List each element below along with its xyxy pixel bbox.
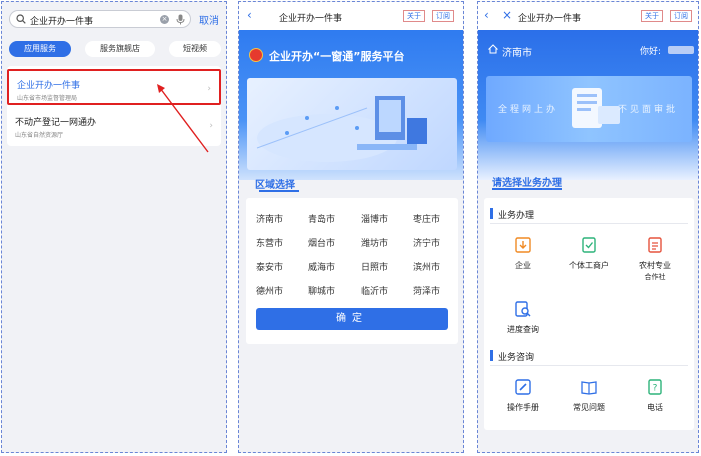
service-individual-business[interactable]: 个体工商户 (559, 236, 619, 271)
city-dongying[interactable]: 东营市 (256, 236, 283, 249)
section-title-business: 业务办理 (498, 211, 535, 221)
service-enterprise[interactable]: 企业 (493, 236, 553, 271)
nav-bar: ‹ × 企业开办一件事 关于 订阅 (478, 2, 698, 30)
service-label-line2: 合作社 (644, 273, 666, 281)
result-title: 企业开办一件事 (17, 81, 81, 91)
cooperative-icon (648, 237, 662, 253)
select-business-label: 请选择业务办理 (492, 178, 562, 189)
select-underline (492, 188, 562, 190)
back-icon[interactable]: ‹ (247, 8, 252, 22)
nav-title: 企业开办一件事 (518, 14, 582, 24)
search-value: 企业开办一件事 (30, 17, 94, 27)
search-screen: 企业开办一件事 × 取消 应用服务 服务旗舰店 短视频 企业开办一件事 山东省市… (1, 1, 227, 453)
search-header: 企业开办一件事 × 取消 应用服务 服务旗舰店 短视频 (2, 2, 226, 72)
nav-title: 企业开办一件事 (279, 14, 343, 24)
consult-manual[interactable]: 操作手册 (493, 378, 553, 413)
subscribe-button[interactable]: 订阅 (432, 10, 454, 22)
subscribe-button[interactable]: 订阅 (670, 10, 692, 22)
service-label: 进度查询 (507, 325, 539, 334)
about-button[interactable]: 关于 (641, 10, 663, 22)
city-jining[interactable]: 济宁市 (413, 236, 440, 249)
city-zibo[interactable]: 淄博市 (361, 212, 388, 225)
city-dezhou[interactable]: 德州市 (256, 284, 283, 297)
faq-icon (581, 381, 597, 395)
banner-illustration (247, 78, 457, 170)
city-zaozhuang[interactable]: 枣庄市 (413, 212, 440, 225)
manual-icon (515, 379, 531, 395)
user-name-redacted (668, 46, 694, 54)
banner-title: 企业开办“一窗通”服务平台 (269, 50, 405, 63)
services-card: 业务办理 企业 个体工商户 农村专业 合作社 进度查询 业务咨询 操作手册 常见… (484, 198, 694, 430)
about-button[interactable]: 关于 (403, 10, 425, 22)
city-liaocheng[interactable]: 聊城市 (308, 284, 335, 297)
mic-icon[interactable] (176, 14, 185, 25)
consult-label: 操作手册 (507, 403, 539, 412)
home-icon (488, 44, 498, 54)
phone-icon: ? (648, 379, 662, 395)
region-label: 区域选择 (255, 180, 295, 191)
city-rizhao[interactable]: 日照市 (361, 260, 388, 273)
section-divider (490, 223, 688, 224)
tab-short-videos[interactable]: 短视频 (169, 41, 221, 57)
service-progress-query[interactable]: 进度查询 (493, 300, 553, 335)
city-binzhou[interactable]: 滨州市 (413, 260, 440, 273)
city-grid: 济南市 青岛市 淄博市 枣庄市 东营市 烟台市 潍坊市 济宁市 泰安市 威海市 … (246, 198, 458, 344)
result-subtitle: 山东省市场监督管理局 (17, 95, 78, 102)
annotation-arrow (157, 84, 209, 153)
business-select-screen: ‹ × 企业开办一件事 关于 订阅 济南市 你好: 全程网上办 不见面审批 请选… (477, 1, 699, 453)
current-city[interactable]: 济南市 (502, 44, 532, 59)
city-linyi[interactable]: 临沂市 (361, 284, 388, 297)
progress-query-icon (515, 301, 531, 317)
result-title: 不动产登记一网通办 (15, 118, 97, 128)
clear-icon[interactable]: × (160, 15, 169, 24)
individual-business-icon (582, 237, 596, 253)
svg-text:?: ? (653, 384, 658, 394)
consult-label: 常见问题 (573, 403, 605, 412)
tab-flagship-stores[interactable]: 服务旗舰店 (85, 41, 155, 57)
region-underline (259, 190, 299, 192)
section-title-consult: 业务咨询 (498, 353, 535, 363)
tab-app-services[interactable]: 应用服务 (9, 41, 71, 57)
region-select-screen: ‹ 企业开办一件事 关于 订阅 企业开办“一窗通”服务平台 区域选择 济南市 青… (238, 1, 464, 453)
enterprise-icon (515, 237, 531, 253)
result-subtitle: 山东省自然资源厅 (15, 132, 64, 139)
slogan-left: 全程网上办 (498, 105, 559, 115)
platform-banner: 企业开办“一窗通”服务平台 (239, 30, 463, 180)
service-label: 农村专业 (639, 261, 671, 270)
emblem-icon (249, 48, 263, 62)
consult-faq[interactable]: 常见问题 (559, 378, 619, 413)
city-weifang[interactable]: 潍坊市 (361, 236, 388, 249)
search-icon (16, 14, 26, 24)
section-divider (490, 365, 688, 366)
city-jinan[interactable]: 济南市 (256, 212, 283, 225)
greeting: 你好: (640, 47, 662, 57)
service-label: 个体工商户 (569, 261, 609, 270)
confirm-button[interactable]: 确定 (256, 308, 448, 330)
close-icon[interactable]: × (502, 8, 512, 22)
city-qingdao[interactable]: 青岛市 (308, 212, 335, 225)
header-banner: 济南市 你好: 全程网上办 不见面审批 (478, 30, 698, 180)
section-marker (490, 208, 493, 219)
section-marker (490, 350, 493, 361)
city-weihai[interactable]: 威海市 (308, 260, 335, 273)
cancel-button[interactable]: 取消 (199, 12, 219, 27)
city-heze[interactable]: 菏泽市 (413, 284, 440, 297)
service-label: 企业 (515, 261, 531, 270)
consult-phone[interactable]: ? 电话 (625, 378, 685, 413)
search-tabs: 应用服务 服务旗舰店 短视频 (9, 41, 221, 57)
city-yantai[interactable]: 烟台市 (308, 236, 335, 249)
back-icon[interactable]: ‹ (484, 8, 489, 22)
service-cooperative[interactable]: 农村专业 合作社 (625, 236, 685, 282)
city-taian[interactable]: 泰安市 (256, 260, 283, 273)
consult-label: 电话 (647, 403, 663, 412)
slogan-illustration: 全程网上办 不见面审批 (486, 76, 692, 142)
nav-bar: ‹ 企业开办一件事 关于 订阅 (239, 2, 463, 30)
search-input[interactable]: 企业开办一件事 × (9, 10, 191, 28)
slogan-right: 不见面审批 (618, 105, 679, 115)
